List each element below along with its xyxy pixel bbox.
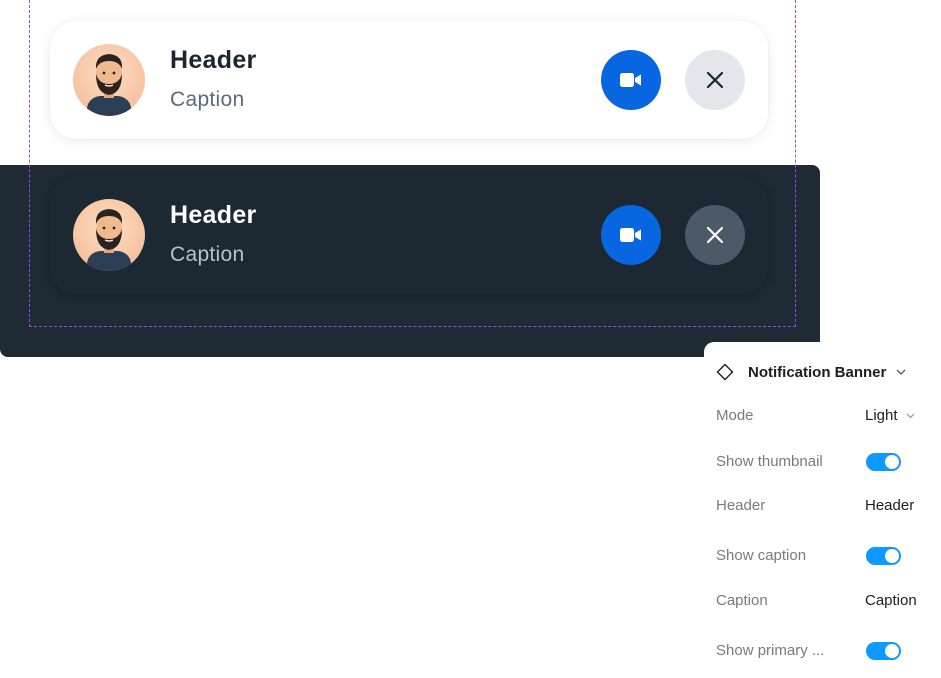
show-caption-toggle[interactable] xyxy=(866,547,901,565)
show-primary-toggle[interactable] xyxy=(866,642,901,660)
banner-header: Header xyxy=(170,46,257,74)
caption-label: Caption xyxy=(716,592,768,609)
properties-panel: Notification Banner Mode Light Show thum… xyxy=(704,342,941,678)
video-call-button[interactable] xyxy=(601,205,661,265)
avatar xyxy=(73,199,145,271)
show-caption-label: Show caption xyxy=(716,547,807,564)
component-name: Notification Banner xyxy=(748,363,887,381)
avatar xyxy=(73,44,145,116)
notification-banner-dark[interactable]: Header Caption xyxy=(50,176,768,294)
banner-caption: Caption xyxy=(170,88,245,111)
show-thumbnail-label: Show thumbnail xyxy=(716,453,823,470)
video-camera-icon xyxy=(620,73,641,87)
mode-label: Mode xyxy=(716,407,754,424)
mode-value: Light xyxy=(865,407,898,424)
video-camera-icon xyxy=(620,228,641,242)
header-label: Header xyxy=(716,497,766,514)
mode-select[interactable]: Light xyxy=(865,407,915,424)
video-call-button[interactable] xyxy=(601,50,661,110)
component-title-row[interactable]: Notification Banner xyxy=(716,360,936,384)
close-icon xyxy=(706,226,724,244)
show-thumbnail-toggle[interactable] xyxy=(866,453,901,471)
notification-banner-light[interactable]: Header Caption xyxy=(50,21,768,139)
chevron-down-icon xyxy=(906,413,914,418)
close-button[interactable] xyxy=(685,205,745,265)
header-value[interactable]: Header xyxy=(865,497,914,514)
show-primary-label: Show primary ... xyxy=(716,642,825,659)
banner-caption: Caption xyxy=(170,243,245,266)
banner-header: Header xyxy=(170,201,257,229)
caption-value[interactable]: Caption xyxy=(865,592,917,609)
component-diamond-icon xyxy=(716,363,734,381)
close-button[interactable] xyxy=(685,50,745,110)
close-icon xyxy=(706,71,724,89)
chevron-down-icon[interactable] xyxy=(896,369,906,375)
